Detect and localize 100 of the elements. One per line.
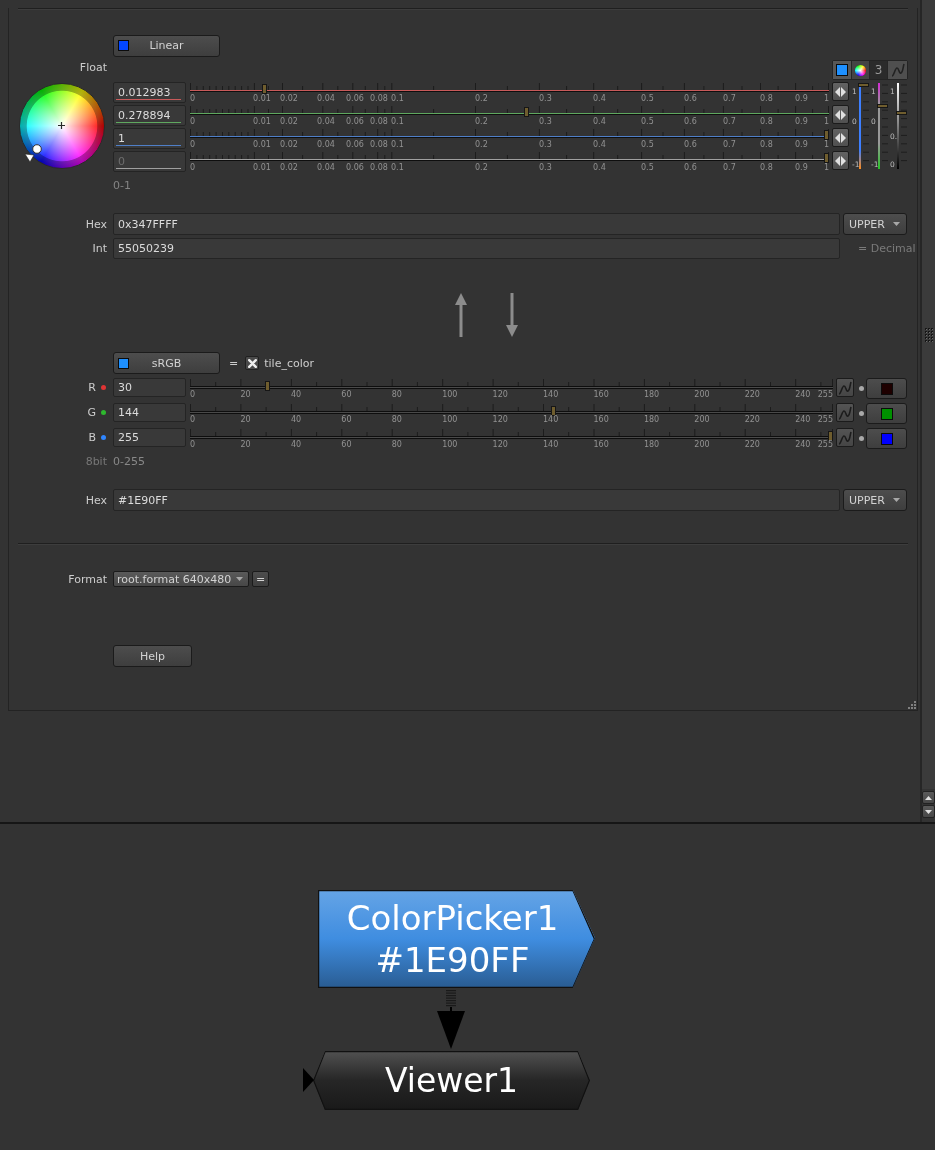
graph-node[interactable]: ColorPicker1 #1E90FF — [318, 890, 595, 988]
scroll-up-button[interactable] — [922, 791, 935, 804]
wheel-button[interactable] — [852, 61, 870, 79]
tick-label: 180 — [643, 416, 660, 424]
tick-label: 160 — [593, 391, 609, 399]
slider-track[interactable] — [190, 82, 829, 94]
caret-icon — [236, 577, 244, 581]
checkbox[interactable] — [245, 356, 260, 370]
slider-handle[interactable] — [265, 381, 271, 391]
text-field[interactable]: #1E90FF — [113, 489, 840, 511]
checkbox-label: tile_color — [264, 356, 314, 370]
tick-label: 0.7 — [723, 163, 736, 172]
scrollbar-thumb[interactable] — [922, 0, 935, 789]
tick-label: 0.01 — [253, 117, 271, 126]
tick-label: 0.7 — [723, 140, 736, 149]
slider-handle[interactable] — [858, 83, 869, 87]
slider-handle[interactable] — [877, 104, 888, 109]
tick-label: 0.3 — [539, 117, 552, 126]
field-label: Hex — [84, 493, 107, 507]
tick-label: 0.8 — [760, 117, 773, 126]
count-button[interactable]: 3 — [870, 61, 888, 79]
mode-label: Float — [78, 60, 107, 74]
format-dropdown[interactable]: root.format 640x480 — [113, 571, 249, 587]
tick-label: 0.9 — [795, 163, 808, 172]
tick-label: 0.6 — [684, 117, 697, 126]
text-field[interactable]: 55050239 — [113, 238, 840, 259]
number-field[interactable]: 255 — [113, 428, 186, 447]
tick-label: 0 — [190, 391, 196, 399]
case-dropdown[interactable]: UPPER — [843, 213, 907, 235]
slider-track[interactable] — [190, 403, 833, 416]
link-button[interactable]: = — [252, 571, 269, 587]
slider-handle[interactable] — [523, 107, 529, 117]
slider-handle[interactable] — [261, 84, 267, 94]
tick-label: 220 — [744, 441, 760, 449]
tick-label: 0.08 — [370, 94, 388, 103]
colorspace-button[interactable]: sRGB — [113, 352, 220, 374]
left-right-arrows-icon — [835, 132, 846, 143]
tick-label: 0 — [190, 117, 196, 126]
scroll-down-button[interactable] — [922, 805, 935, 818]
help-button[interactable]: Help — [113, 645, 192, 667]
swatch-button[interactable] — [866, 378, 907, 399]
input-arrow-icon — [303, 1068, 314, 1092]
text-field[interactable]: 0x347FFFF — [113, 213, 840, 235]
tick-label: 0.2 — [475, 163, 488, 172]
range-label: 0-1 — [113, 178, 131, 192]
field-label: Hex — [84, 217, 107, 231]
tick-label: 100 — [442, 391, 458, 399]
tick-label: 0.3 — [539, 94, 552, 103]
tick-label: 0.4 — [593, 163, 606, 172]
tick-label: 0.4 — [593, 140, 606, 149]
step-button[interactable] — [832, 105, 849, 124]
slider-handle[interactable] — [550, 406, 556, 416]
number-field[interactable]: 144 — [113, 403, 186, 422]
tick-label: 1 — [823, 163, 829, 172]
swatch-button[interactable] — [866, 428, 907, 449]
tick-label: 120 — [492, 391, 508, 399]
step-button[interactable] — [832, 128, 849, 147]
range-label: 0-255 — [113, 454, 145, 468]
case-dropdown[interactable]: UPPER — [843, 489, 907, 511]
number-field[interactable]: 30 — [113, 378, 186, 397]
graph-node[interactable]: Viewer1 — [313, 1051, 590, 1110]
tick-label: 180 — [643, 441, 660, 449]
tick-label: 255 — [817, 441, 833, 449]
tick-label: 0.02 — [280, 163, 298, 172]
node-label: ColorPicker1 — [346, 897, 560, 939]
number-field[interactable]: 0.012983 — [113, 82, 186, 103]
color-swatch-icon — [880, 407, 893, 420]
field-label: Int — [91, 242, 107, 255]
tick-label: 0.1 — [391, 163, 404, 172]
tick-label: 20 — [240, 416, 251, 424]
slider-track[interactable] — [896, 83, 908, 169]
slider-handle[interactable] — [824, 130, 829, 140]
number-field[interactable]: 0.278894 — [113, 105, 186, 126]
tick-label: 40 — [290, 441, 302, 449]
tick-label: 0.04 — [317, 140, 335, 149]
step-button[interactable] — [832, 151, 849, 170]
tick-label: 0.4 — [593, 117, 606, 126]
curve-icon — [838, 405, 852, 420]
step-button[interactable] — [832, 82, 849, 101]
slider-handle[interactable] — [828, 431, 833, 441]
tick-label: 80 — [391, 391, 402, 399]
colorspace-button[interactable]: Linear — [113, 34, 220, 57]
slider-track[interactable] — [190, 428, 833, 441]
tick-label: 0.01 — [253, 140, 271, 149]
tick-label: 140 — [543, 416, 559, 424]
slider-track[interactable] — [858, 83, 870, 169]
slider-handle[interactable] — [896, 110, 907, 115]
picker-handle-icon[interactable] — [25, 142, 43, 162]
slider-track[interactable] — [190, 378, 833, 391]
tick-label: 0.01 — [253, 163, 271, 172]
tick-label: 120 — [492, 441, 508, 449]
slider-track[interactable] — [877, 83, 889, 169]
slider-track[interactable] — [190, 105, 829, 117]
swatch-button[interactable] — [866, 403, 907, 424]
slider-track[interactable] — [190, 128, 829, 140]
number-field[interactable]: 1 — [113, 128, 186, 149]
tick-label: 80 — [391, 441, 402, 449]
swatch-button[interactable] — [833, 61, 852, 79]
grip-icon — [924, 328, 933, 342]
resize-grip-icon[interactable] — [908, 701, 916, 709]
